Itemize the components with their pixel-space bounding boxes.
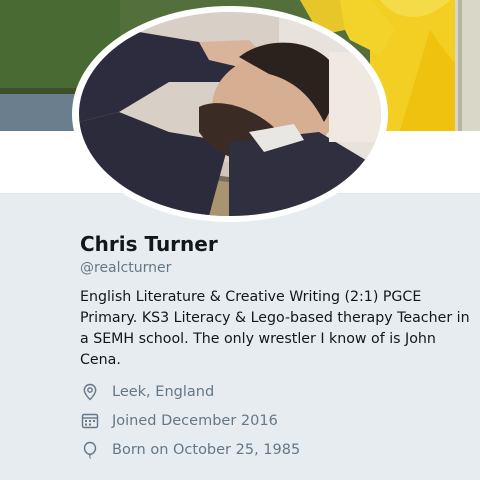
profile-bio: English Literature & Creative Writing (2… <box>80 289 470 368</box>
profile-avatar[interactable] <box>72 6 388 222</box>
birthday-text: Born on October 25, 1985 <box>112 441 301 458</box>
location-pin-icon <box>80 382 100 402</box>
calendar-icon <box>80 411 100 431</box>
profile-handle[interactable]: @realcturner <box>80 258 472 278</box>
avatar-photo <box>79 12 381 216</box>
location-text: Leek, England <box>112 383 215 400</box>
joined-text: Joined December 2016 <box>112 412 278 429</box>
profile-info: Chris Turner @realcturner English Litera… <box>80 230 472 464</box>
balloon-icon <box>80 440 100 460</box>
location-row: Leek, England <box>80 377 472 406</box>
profile-name[interactable]: Chris Turner <box>80 230 472 258</box>
birthday-row: Born on October 25, 1985 <box>80 435 472 464</box>
profile-meta: Leek, England Joined December 2016 Born … <box>80 377 472 464</box>
joined-row: Joined December 2016 <box>80 406 472 435</box>
